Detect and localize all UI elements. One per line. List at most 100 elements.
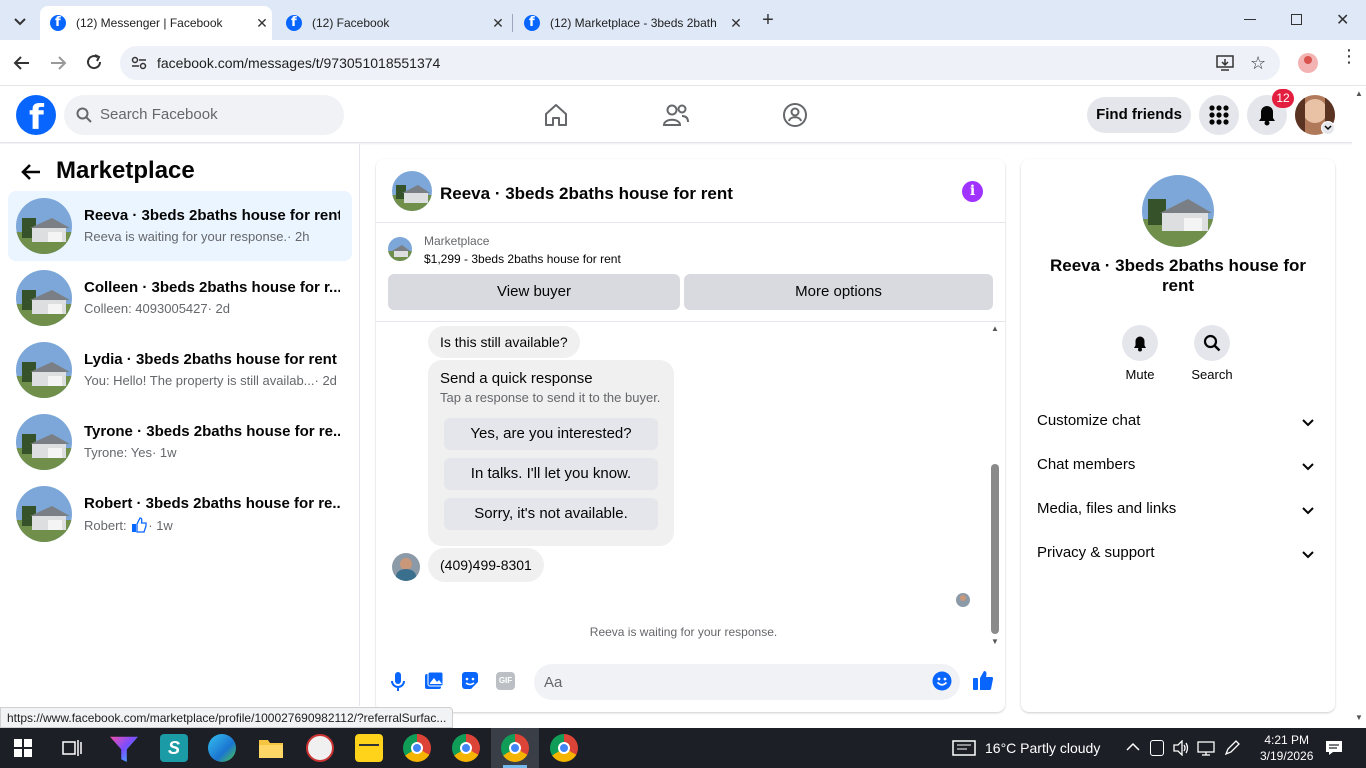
site-info-icon[interactable] [131,56,147,70]
search-conversation-button[interactable]: Search [1182,325,1242,382]
facebook-logo-icon[interactable]: f [16,95,56,138]
find-friends-button[interactable]: Find friends [1087,97,1191,133]
facebook-search-box[interactable]: Search Facebook [64,95,344,135]
like-thumbs-up-icon[interactable] [972,669,994,691]
minimize-window-icon[interactable] [1244,19,1256,20]
chat-members-section[interactable]: Chat members [1037,456,1319,480]
page-scrollbar[interactable]: ▲ ▼ [1352,87,1366,728]
scrollbar-track[interactable]: ▲ ▼ [989,322,1001,652]
reload-icon[interactable] [85,53,103,71]
tab-title: (12) Facebook [312,16,390,30]
tab-facebook[interactable]: (12) Facebook ✕ [276,6,508,40]
back-icon[interactable] [12,54,32,72]
gif-icon[interactable]: GIF [496,672,515,690]
app-icon-sway[interactable]: S [160,734,188,762]
tray-chevron-up-icon[interactable] [1126,742,1140,752]
emoji-icon[interactable] [932,671,952,691]
edge-browser-icon[interactable] [208,734,236,762]
chrome-profile2-icon[interactable] [550,734,578,762]
tab-messenger[interactable]: (12) Messenger | Facebook ✕ [40,6,272,40]
chat-title[interactable]: Reeva · 3beds 2baths house for rent [440,184,733,204]
app-icon-paint[interactable] [306,734,334,762]
weather-icon[interactable] [952,740,976,756]
scrollbar-thumb[interactable] [991,464,999,634]
file-explorer-icon[interactable] [257,734,285,762]
conversation-item[interactable]: Colleen · 3beds 2baths house for r... Co… [8,263,352,333]
install-app-icon[interactable] [1216,55,1234,71]
view-buyer-button[interactable]: View buyer [388,274,680,310]
chrome-icon[interactable] [403,734,431,762]
account-chevron-icon[interactable] [1321,121,1335,135]
message-composer: GIF [376,656,1005,712]
conversation-item[interactable]: Reeva · 3beds 2baths house for rent Reev… [8,191,352,261]
forward-icon[interactable] [48,54,68,72]
conversation-item[interactable]: Lydia · 3beds 2baths house for rent You:… [8,335,352,405]
photo-icon[interactable] [424,671,444,691]
profile-avatar-icon[interactable] [1298,53,1318,73]
chrome-profile-icon[interactable] [452,734,480,762]
bookmark-star-icon[interactable]: ☆ [1250,53,1266,74]
tray-app-icon[interactable] [1150,740,1164,756]
conversation-info-icon[interactable]: i [962,181,983,202]
sticky-notes-icon[interactable] [355,734,383,762]
restore-window-icon[interactable] [1291,14,1302,25]
quick-reply-button[interactable]: In talks. I'll let you know. [444,458,658,490]
media-files-links-section[interactable]: Media, files and links [1037,500,1319,524]
listing-thumbnail [16,270,72,326]
section-label: Media, files and links [1037,500,1177,517]
volume-icon[interactable] [1172,740,1190,756]
close-tab-icon[interactable]: ✕ [252,15,272,32]
tab-divider [512,14,513,32]
privacy-support-section[interactable]: Privacy & support [1037,544,1319,568]
home-icon[interactable] [543,103,569,127]
close-tab-icon[interactable]: ✕ [726,15,746,32]
quick-reply-button[interactable]: Yes, are you interested? [444,418,658,450]
more-options-button[interactable]: More options [684,274,993,310]
tab-search-button[interactable] [8,10,32,32]
listing-avatar[interactable] [1142,175,1214,247]
sender-avatar [392,553,420,581]
browser-menu-icon[interactable]: ⋮ [1340,47,1358,65]
sticker-icon[interactable] [460,671,480,691]
conversation-item[interactable]: Tyrone · 3beds 2baths house for re... Ty… [8,407,352,477]
microphone-icon[interactable] [390,671,406,693]
mute-label: Mute [1125,367,1155,382]
chat-window: Reeva · 3beds 2baths house for rent i Ma… [376,159,1005,712]
close-tab-icon[interactable]: ✕ [488,15,508,32]
mute-button[interactable]: Mute [1110,325,1170,382]
conversation-details-panel: Reeva · 3beds 2baths house for rent Mute… [1021,159,1335,712]
groups-icon[interactable] [782,102,808,128]
chat-avatar[interactable] [392,171,432,211]
marketplace-conversation-list: Marketplace Reeva · 3beds 2baths house f… [0,144,360,706]
page-title: Marketplace [56,157,195,184]
chrome-active-icon[interactable] [501,734,529,762]
message-list: Is this still available? Send a quick re… [376,321,1005,651]
section-label: Chat members [1037,456,1136,473]
back-arrow-icon[interactable] [20,162,42,182]
address-bar[interactable]: facebook.com/messages/t/973051018551374 … [120,46,1280,80]
network-icon[interactable] [1197,740,1215,756]
menu-grid-button[interactable] [1199,95,1239,135]
message-input[interactable] [534,664,960,700]
browser-toolbar: facebook.com/messages/t/973051018551374 … [0,40,1366,86]
notifications-center-icon[interactable] [1325,740,1343,756]
pen-icon[interactable] [1224,740,1240,756]
weather-text[interactable]: 16°C Partly cloudy [985,740,1100,756]
conversation-item[interactable]: Robert · 3beds 2baths house for re... Ro… [8,479,352,549]
windows-start-icon[interactable] [14,739,32,757]
system-clock[interactable]: 4:21 PM 3/19/2026 [1260,732,1313,764]
app-icon-filter[interactable] [110,736,138,762]
customize-chat-section[interactable]: Customize chat [1037,412,1319,436]
friends-icon[interactable] [662,103,690,127]
conversation-name: Reeva · 3beds 2baths house for rent [1049,256,1307,295]
url-text: facebook.com/messages/t/973051018551374 [157,55,441,71]
quick-response-title: Send a quick response [440,370,593,387]
quick-reply-button[interactable]: Sorry, it's not available. [444,498,658,530]
facebook-header: f Search Facebook Find friends 12 [0,87,1352,143]
close-window-icon[interactable]: ✕ [1336,10,1349,30]
listing-title[interactable]: $1,299 - 3beds 2baths house for rent [424,252,621,266]
facebook-favicon-icon [50,15,66,31]
task-view-icon[interactable] [62,739,82,757]
tab-marketplace[interactable]: (12) Marketplace - 3beds 2bath ✕ [514,6,746,40]
new-tab-button[interactable]: + [758,10,778,30]
